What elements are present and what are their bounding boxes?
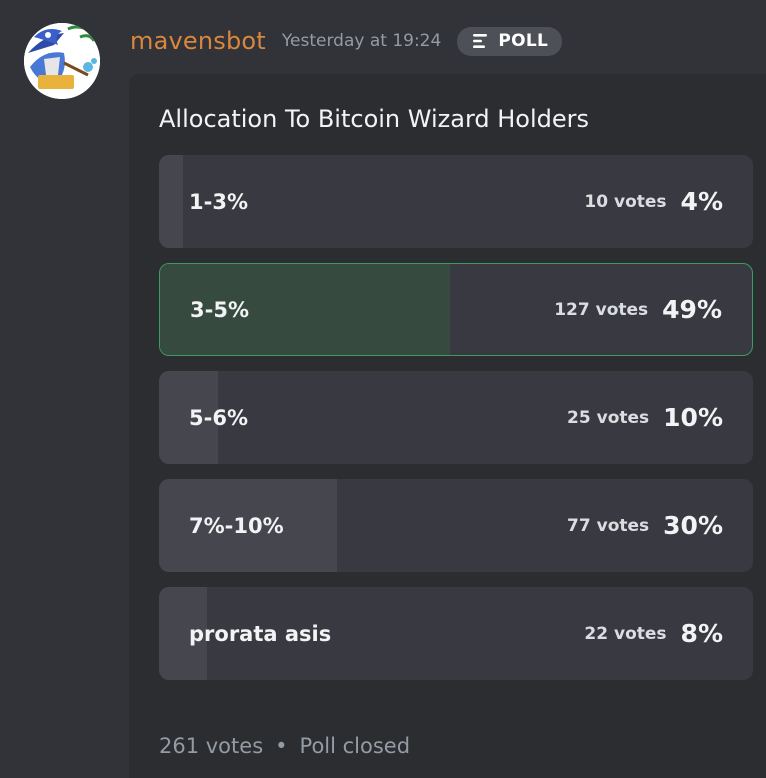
poll-answer-percent: 4% (680, 187, 723, 216)
footer-separator: • (275, 734, 288, 758)
poll-total-votes[interactable]: 261 votes (159, 734, 263, 758)
poll-message: mavensbot Yesterday at 19:24 POLL Alloca… (0, 0, 766, 778)
wizard-avatar-icon (24, 23, 100, 99)
poll-answer-votes: 77 votes (567, 515, 650, 536)
poll-answer-votes: 10 votes (584, 191, 667, 212)
poll-card: Allocation To Bitcoin Wizard Holders 1-3… (129, 74, 766, 778)
poll-question: Allocation To Bitcoin Wizard Holders (159, 105, 590, 133)
poll-answer-label: 1-3% (189, 189, 248, 214)
user-avatar[interactable] (24, 23, 100, 99)
poll-answer-votes: 22 votes (584, 623, 667, 644)
poll-footer: 261 votes • Poll closed (159, 734, 410, 758)
poll-answer[interactable]: prorata asis 22 votes 8% (159, 587, 753, 680)
poll-answer-percent: 8% (680, 619, 723, 648)
poll-answer-label: 5-6% (189, 405, 248, 430)
poll-badge: POLL (457, 26, 563, 56)
poll-badge-label: POLL (498, 31, 549, 51)
poll-answer-stats: 25 votes 10% (567, 371, 723, 464)
poll-answer-votes: 127 votes (554, 299, 649, 320)
poll-answer-stats: 77 votes 30% (567, 479, 723, 572)
poll-answer-fill (159, 155, 183, 248)
poll-answer-label: prorata asis (189, 621, 332, 646)
poll-answers: 1-3% 10 votes 4% 3-5% 127 votes 49% 5-6%… (159, 155, 753, 695)
poll-answer[interactable]: 3-5% 127 votes 49% (159, 263, 753, 356)
timestamp: Yesterday at 19:24 (281, 31, 442, 51)
poll-answer-stats: 22 votes 8% (584, 587, 723, 680)
poll-answer-votes: 25 votes (567, 407, 650, 428)
poll-answer-percent: 49% (662, 295, 722, 324)
poll-answer-stats: 127 votes 49% (554, 264, 722, 355)
poll-answer-label: 3-5% (190, 297, 249, 322)
poll-answer[interactable]: 7%-10% 77 votes 30% (159, 479, 753, 572)
poll-status: Poll closed (299, 734, 411, 758)
poll-answer[interactable]: 5-6% 25 votes 10% (159, 371, 753, 464)
poll-bars-icon (473, 34, 488, 48)
poll-answer-stats: 10 votes 4% (584, 155, 723, 248)
poll-answer-percent: 10% (663, 403, 723, 432)
message-header: mavensbot Yesterday at 19:24 POLL (130, 26, 563, 56)
poll-answer-percent: 30% (663, 511, 723, 540)
poll-answer[interactable]: 1-3% 10 votes 4% (159, 155, 753, 248)
username[interactable]: mavensbot (130, 27, 266, 55)
poll-answer-label: 7%-10% (189, 513, 284, 538)
